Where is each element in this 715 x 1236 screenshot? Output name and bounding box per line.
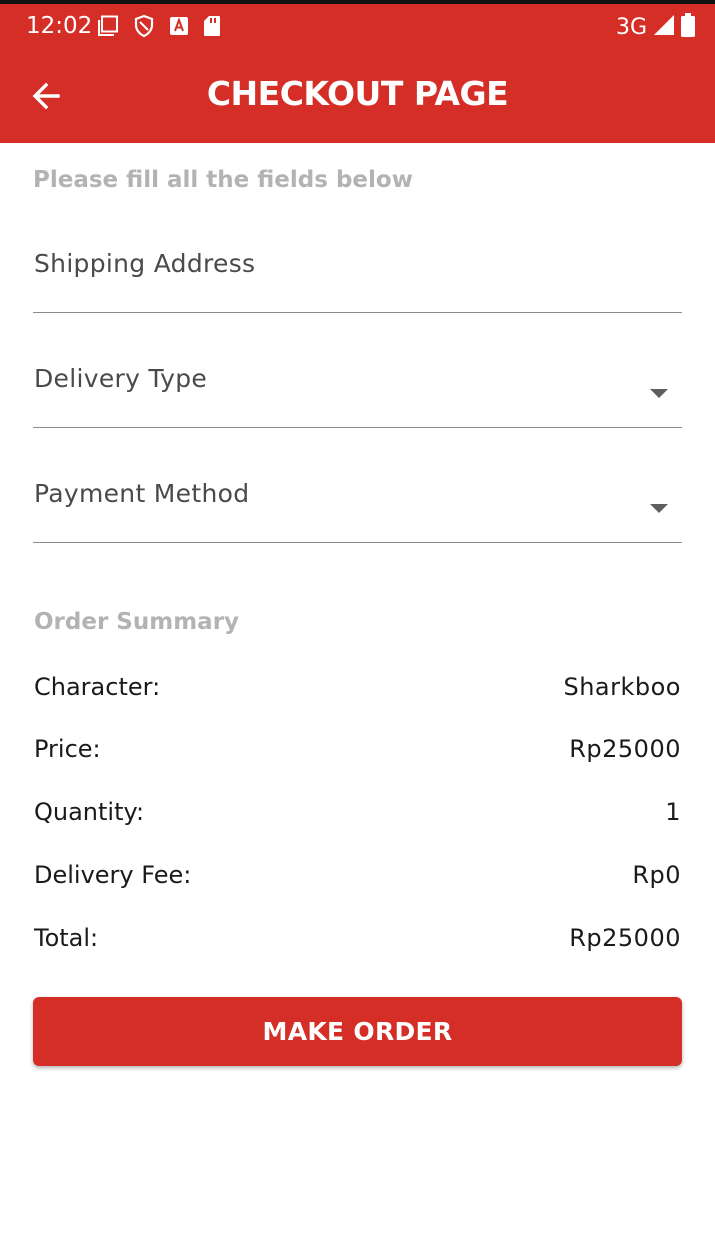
summary-label: Total: <box>34 924 99 952</box>
signal-icon <box>653 14 675 41</box>
page-title: CHECKOUT PAGE <box>206 74 509 113</box>
network-type: 3G <box>615 15 647 40</box>
status-system-icons: 3G <box>616 13 695 42</box>
battery-icon <box>681 13 695 42</box>
dropdown-arrow-icon <box>650 504 668 513</box>
summary-value: Rp25000 <box>569 735 681 763</box>
summary-value: Rp0 <box>632 861 681 889</box>
payment-method-dropdown[interactable]: Payment Method <box>33 443 682 543</box>
screenshot-icon <box>97 15 119 37</box>
dropdown-arrow-icon <box>650 389 668 398</box>
order-summary-title: Order Summary <box>34 609 240 635</box>
delivery-type-label: Delivery Type <box>34 364 208 393</box>
delivery-type-dropdown[interactable]: Delivery Type <box>33 328 682 428</box>
summary-value: Rp25000 <box>569 924 681 952</box>
summary-value: Sharkboo <box>563 673 681 701</box>
summary-label: Delivery Fee: <box>34 861 192 889</box>
shipping-address-field[interactable]: Shipping Address <box>33 213 682 313</box>
status-bar: 12:02 3G <box>0 4 715 48</box>
sd-card-icon <box>203 15 221 37</box>
payment-method-label: Payment Method <box>34 479 250 508</box>
summary-value: 1 <box>665 798 681 826</box>
summary-label: Character: <box>34 673 161 701</box>
app-header: 12:02 3G CHECKOUT PAGE <box>0 0 715 143</box>
summary-row-price: Price: Rp25000 <box>33 735 682 769</box>
status-notification-icons <box>97 14 221 38</box>
shield-icon <box>133 14 155 38</box>
summary-row-character: Character: Sharkboo <box>33 673 682 707</box>
summary-row-delivery-fee: Delivery Fee: Rp0 <box>33 861 682 895</box>
make-order-button[interactable]: MAKE ORDER <box>33 997 682 1066</box>
status-time: 12:02 <box>26 13 93 39</box>
font-a-icon <box>169 15 189 37</box>
summary-label: Price: <box>34 735 101 763</box>
summary-label: Quantity: <box>34 798 145 826</box>
summary-row-total: Total: Rp25000 <box>33 924 682 958</box>
form-instruction: Please fill all the fields below <box>33 167 413 193</box>
summary-row-quantity: Quantity: 1 <box>33 798 682 832</box>
shipping-address-label: Shipping Address <box>34 249 256 278</box>
